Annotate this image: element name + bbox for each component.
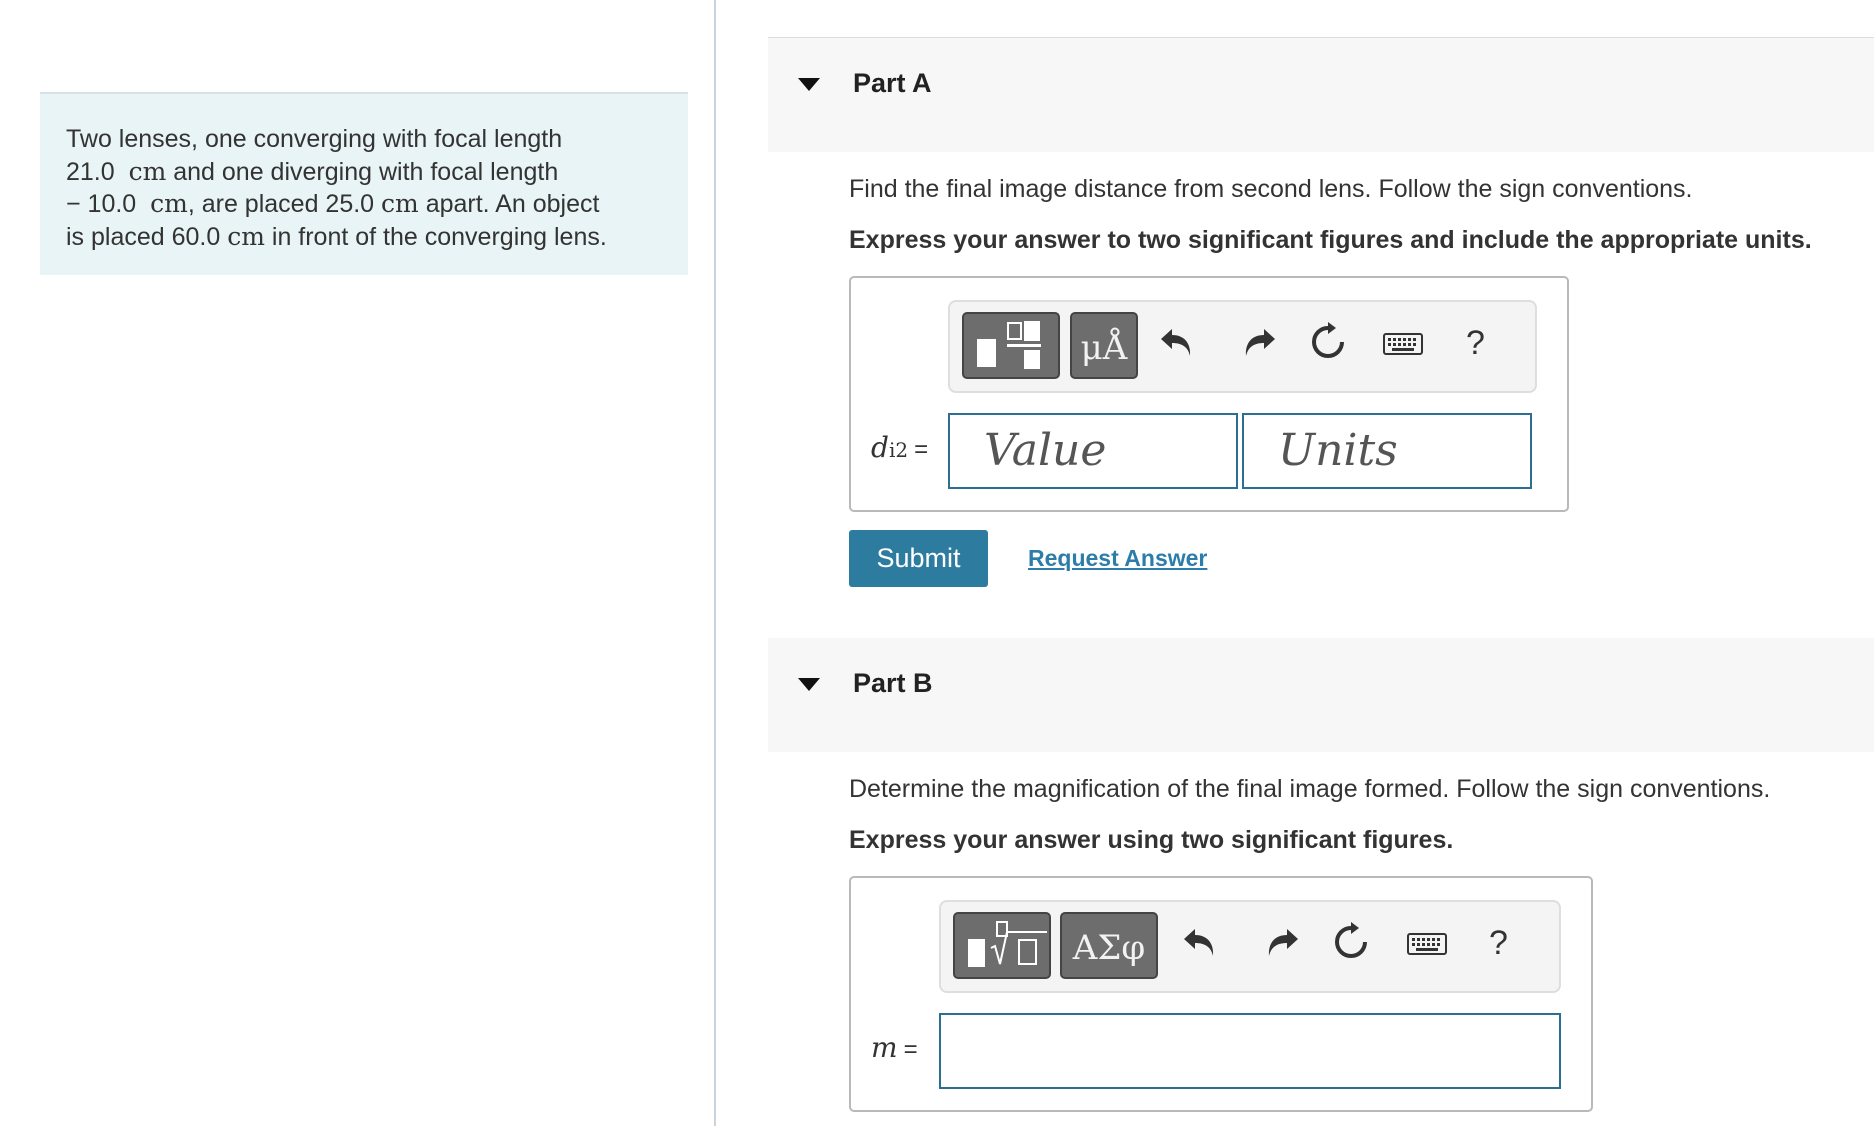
collapse-triangle-icon[interactable]: [798, 678, 820, 691]
keyboard-icon[interactable]: [1382, 322, 1424, 362]
help-icon[interactable]: ?: [1466, 324, 1485, 363]
problem-statement: Two lenses, one converging with focal le…: [40, 92, 688, 275]
problem-line-3: − 10.0 cm, are placed 25.0 cm apart. An …: [66, 189, 600, 218]
part-b-question: Determine the magnification of the final…: [849, 775, 1771, 803]
problem-line-2: 21.0 cm and one diverging with focal len…: [66, 156, 559, 186]
undo-icon[interactable]: [1158, 320, 1202, 364]
submit-button[interactable]: Submit: [849, 530, 988, 587]
micro-angstrom-icon: μÅ: [1080, 328, 1128, 368]
template-icon: [977, 321, 1041, 369]
part-a-header[interactable]: Part A: [768, 38, 1874, 152]
help-icon[interactable]: ?: [1489, 924, 1508, 963]
magnification-input[interactable]: [939, 1013, 1561, 1089]
part-b-toolbar: ΑΣφ ?: [939, 900, 1561, 993]
sqrt-template-icon: [968, 921, 1047, 967]
part-a-toolbar: μÅ ?: [948, 300, 1537, 393]
part-b-instruction: Express your answer using two significan…: [849, 826, 1454, 854]
request-answer-link[interactable]: Request Answer: [1028, 545, 1207, 572]
greek-icon: ΑΣφ: [1072, 928, 1146, 968]
collapse-triangle-icon[interactable]: [798, 78, 820, 91]
problem-line-1: Two lenses, one converging with focal le…: [66, 125, 563, 153]
undo-icon[interactable]: [1181, 920, 1225, 964]
units-input[interactable]: Units: [1242, 413, 1532, 489]
part-a-answer-box: μÅ ? di2 = Value Units: [849, 276, 1569, 512]
redo-icon[interactable]: [1257, 920, 1301, 964]
part-a-title: Part A: [853, 68, 932, 98]
part-b-answer-box: ΑΣφ ? m =: [849, 876, 1593, 1112]
units-button[interactable]: μÅ: [1070, 312, 1138, 379]
problem-line-4: is placed 60.0 cm in front of the conver…: [66, 221, 607, 251]
part-b-header[interactable]: Part B: [768, 638, 1874, 752]
variable-label-di2: di2 =: [871, 431, 929, 464]
greek-button[interactable]: ΑΣφ: [1060, 912, 1158, 979]
value-input[interactable]: Value: [948, 413, 1238, 489]
panel-divider: [714, 0, 716, 1126]
part-b-title: Part B: [853, 668, 933, 698]
redo-icon[interactable]: [1234, 320, 1278, 364]
reset-icon[interactable]: [1306, 320, 1350, 364]
variable-label-m: m =: [871, 1031, 918, 1064]
sqrt-template-button[interactable]: [953, 912, 1051, 979]
template-button[interactable]: [962, 312, 1060, 379]
part-a-instruction: Express your answer to two significant f…: [849, 226, 1812, 254]
reset-icon[interactable]: [1329, 920, 1373, 964]
keyboard-icon[interactable]: [1406, 922, 1448, 962]
part-a-question: Find the final image distance from secon…: [849, 175, 1693, 203]
